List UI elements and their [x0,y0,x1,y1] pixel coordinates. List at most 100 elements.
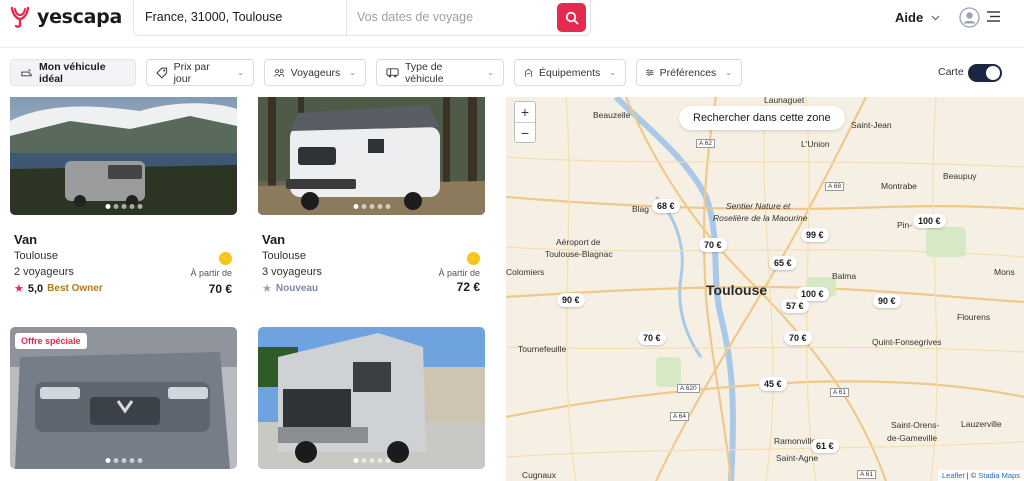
listing-title: Van [14,232,38,247]
map-place-label: Cugnaux [522,470,557,480]
price-pin[interactable]: 90 € [557,293,585,307]
price-tag-icon [156,67,168,79]
filter-label: Mon véhicule idéal [39,60,106,85]
price-from-label: À partir de [190,268,232,278]
location-input[interactable]: France, 31000, Toulouse [145,10,282,24]
map-city-label: Toulouse [706,282,768,298]
chevron-down-icon: ⌄ [349,68,356,77]
listing-travelers: 3 voyageurs [262,266,322,278]
hamburger-menu-icon[interactable] [987,11,1000,22]
search-bar: France, 31000, Toulouse Vos dates de voy… [133,0,591,36]
photo-carousel-dots[interactable] [105,458,142,463]
search-button[interactable] [557,3,586,32]
instant-booking-icon: ⚡ [219,252,232,265]
map-place-label: Launaguet [764,97,805,105]
map-place-label: Mons [994,267,1015,277]
filter-label: Voyageurs [290,66,341,79]
map-toggle-label: Carte [938,66,964,78]
yescapa-logo[interactable]: yescapa [9,5,122,29]
map-place-label: Tournefeuille [518,344,567,354]
map-place-label: Colomiers [506,267,545,277]
map-place-label: Beauzelle [593,110,631,120]
listing-photo[interactable] [10,97,237,215]
dates-input[interactable]: Vos dates de voyage [357,10,473,24]
price-pin[interactable]: 57 € [781,299,809,313]
map-place-label: de-Gameville [887,433,938,443]
listing-photo[interactable]: Offre spéciale [10,327,237,469]
van-forest-photo [258,97,485,215]
zoom-out-button[interactable]: − [515,122,535,142]
price-pin[interactable]: 90 € [873,294,901,308]
zoom-in-button[interactable]: + [515,102,535,122]
people-icon [274,68,285,77]
listing-photo[interactable] [258,97,485,215]
road-label: A 64 [670,412,690,421]
map-place-label: Montrabe [881,181,917,191]
sparkle-van-icon [21,67,32,76]
price-pin[interactable]: 68 € [652,199,680,213]
filter-bar: Mon véhicule idéal Prix par jour ⌄ Voyag… [0,49,1024,97]
logo-text: yescapa [37,6,122,28]
map-place-label: Sentier Nature et [726,201,791,211]
leaflet-link[interactable]: Leaflet [942,471,965,480]
map-place-label: Flourens [957,312,991,322]
new-tag: Nouveau [275,283,319,294]
price-from-label: À partir de [438,268,480,278]
filter-label: Type de véhicule [405,60,444,85]
sliders-icon [646,69,654,76]
star-icon: ★ [262,283,272,295]
price-pin[interactable]: 70 € [699,238,727,252]
road-label: A 61 [857,470,877,479]
filter-travelers[interactable]: Voyageurs ⌄ [264,59,366,86]
listing-city: Toulouse [262,250,307,262]
chevron-down-icon [931,15,940,20]
filter-equipment[interactable]: Équipements ⌄ [514,59,626,86]
map-place-label: Toulouse-Blagnac [545,249,613,259]
filter-ideal-vehicle[interactable]: Mon véhicule idéal [10,59,136,86]
help-menu[interactable]: Aide [895,10,940,25]
map-place-label: Quint-Fonsegrives [872,337,942,347]
road-label: A 61 [830,388,850,397]
stadia-maps-link[interactable]: Stadia Maps [978,471,1020,480]
price-pin[interactable]: 65 € [769,256,797,270]
price-pin[interactable]: 70 € [784,331,812,345]
filter-vehicle-type[interactable]: Type de véhicule ⌄ [376,59,504,86]
map-place-label: Beaupuy [943,171,977,181]
map-place-label: Saint-Orens- [891,420,940,430]
filter-preferences[interactable]: Préférences ⌄ [636,59,742,86]
price-pin[interactable]: 70 € [638,331,666,345]
van-icon [386,68,399,78]
photo-carousel-dots[interactable] [353,458,390,463]
filter-label: Prix par jour [173,60,210,85]
photo-carousel-dots[interactable] [353,204,390,209]
listing-city: Toulouse [14,250,59,262]
photo-carousel-dots[interactable] [105,204,142,209]
price-pin[interactable]: 61 € [811,439,839,453]
listing-rating: ★ Nouveau [262,282,318,295]
search-divider [346,0,347,36]
instant-booking-icon: ⚡ [467,252,480,265]
map-zoom-control: + − [514,101,536,143]
equipment-icon [525,68,532,77]
user-avatar-icon[interactable] [959,7,980,28]
filter-price[interactable]: Prix par jour ⌄ [146,59,254,86]
price-pin[interactable]: 45 € [759,377,787,391]
listing-price: 72 € [456,280,480,294]
search-icon [565,11,578,24]
van-sunny-photo [258,327,485,469]
search-this-area-button[interactable]: Rechercher dans cette zone [679,106,845,130]
rating-value: 5,0 [27,282,44,295]
price-pin[interactable]: 100 € [913,214,946,228]
map-toggle[interactable] [968,64,1002,82]
help-label: Aide [895,10,924,25]
toggle-knob [986,66,1000,80]
listing-photo[interactable] [258,327,485,469]
price-pin[interactable]: 99 € [801,228,829,242]
road-label: A 62 [696,139,716,148]
filter-label: Équipements [539,66,601,79]
attribution-separator: | © [966,471,977,480]
map-place-label: Pin- [897,220,913,230]
map-place-label: Saint-Agne [776,453,819,463]
map-panel[interactable]: + − Rechercher dans cette zone Beauzelle… [506,97,1024,481]
map-place-label: Aéroport de [556,237,601,247]
